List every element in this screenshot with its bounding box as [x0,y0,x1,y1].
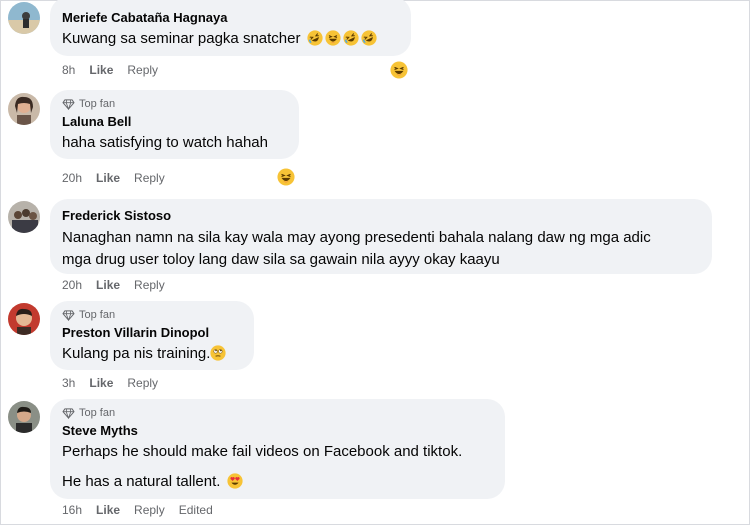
comment-text: Perhaps he should make fail videos on Fa… [62,443,463,460]
comment-text: haha satisfying to watch hahah [62,134,268,151]
like-button[interactable]: Like [89,63,113,77]
reply-button[interactable]: Reply [134,278,165,292]
avatar[interactable] [8,201,40,233]
avatar[interactable] [8,401,40,433]
diamond-icon [62,99,75,110]
haha-reaction-icon[interactable] [390,61,408,79]
comment-text-line-1: Nanaghan namn na sila kay wala may ayong… [62,229,651,246]
reply-button[interactable]: Reply [134,171,165,185]
diamond-icon [62,310,75,321]
comment-actions: 3h Like Reply [62,376,158,390]
comment-timestamp[interactable]: 8h [62,63,75,77]
comment-author[interactable]: Laluna Bell [62,114,287,130]
comment-bubble: Top fan Preston Villarin Dinopol Kulang … [50,301,254,370]
comment-bubble: Frederick Sistoso Nanaghan namn na sila … [50,199,712,274]
avatar[interactable] [8,2,40,34]
comment-text-body: Kuwang sa seminar pagka snatcher [62,30,301,47]
comment-text-paragraph-2: He has a natural tallent. [62,471,493,493]
badge-label: Top fan [79,98,116,110]
edited-label: Edited [178,503,213,517]
comment-bubble: Top fan Laluna Bell haha satisfying to w… [50,90,299,159]
top-fan-badge: Top fan [62,97,287,111]
like-button[interactable]: Like [96,171,120,185]
comment-author[interactable]: Meriefe Cabataña Hagnaya [62,10,399,26]
comment-text-body: He has a natural tallent. [62,473,221,490]
diamond-icon [62,408,75,419]
comment-bubble: Meriefe Cabataña Hagnaya Kuwang sa semin… [50,0,411,56]
comment-actions: 20h Like Reply [62,171,165,185]
like-button[interactable]: Like [89,376,113,390]
top-fan-badge: Top fan [62,308,242,322]
comment-actions: 8h Like Reply [62,63,158,77]
comment-actions: 16h Like Reply Edited [62,503,213,517]
like-button[interactable]: Like [96,503,120,517]
reply-button[interactable]: Reply [134,503,165,517]
comment-text-line-2: mga drug user toloy lang daw sila sa gaw… [62,251,500,268]
comment-bubble: Top fan Steve Myths Perhaps he should ma… [50,399,505,499]
comment-text: Kulang pa nis training. [62,343,242,365]
avatar[interactable] [8,303,40,335]
avatar[interactable] [8,93,40,125]
grin-emoji [325,30,341,46]
comment-text-body: Kulang pa nis training. [62,345,211,362]
comment-timestamp[interactable]: 20h [62,278,82,292]
comment-timestamp[interactable]: 3h [62,376,75,390]
eye-roll-emoji [210,345,226,361]
rofl-emoji [361,30,377,46]
rofl-emoji [343,30,359,46]
reply-button[interactable]: Reply [127,63,158,77]
comment-actions: 20h Like Reply [62,278,165,292]
comment-text: Kuwang sa seminar pagka snatcher [62,28,399,50]
rofl-emoji [307,30,323,46]
badge-label: Top fan [79,407,116,419]
comment-timestamp[interactable]: 16h [62,503,82,517]
comment-timestamp[interactable]: 20h [62,171,82,185]
comment-author[interactable]: Frederick Sistoso [62,208,700,224]
comment-author[interactable]: Steve Myths [62,423,493,439]
heart-eyes-emoji [227,473,243,489]
comment-author[interactable]: Preston Villarin Dinopol [62,325,242,341]
like-button[interactable]: Like [96,278,120,292]
haha-reaction-icon[interactable] [277,168,295,186]
reply-button[interactable]: Reply [127,376,158,390]
top-fan-badge: Top fan [62,406,493,420]
badge-label: Top fan [79,309,116,321]
